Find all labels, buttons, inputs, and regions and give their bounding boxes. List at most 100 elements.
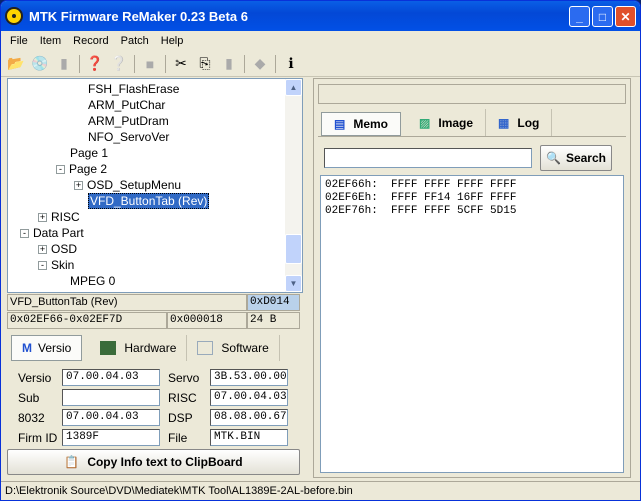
view-tabs: ▤ Memo ▨ Image ▦ Log — [318, 109, 626, 137]
minimize-button[interactable]: _ — [569, 6, 590, 27]
search-icon: 🔍 — [546, 151, 561, 165]
field-firm-id[interactable]: 1389F — [62, 429, 160, 446]
field-file[interactable]: MTK.BIN — [210, 429, 288, 446]
cut-icon[interactable]: ✂ — [172, 55, 190, 73]
tree-node[interactable]: Page 1 — [70, 145, 108, 161]
tree-node[interactable]: FSH_FlashErase — [88, 81, 179, 97]
tab-log[interactable]: ▦ Log — [486, 109, 553, 136]
tab-image[interactable]: ▨ Image — [407, 109, 487, 136]
field-label: Versio — [18, 370, 52, 385]
field-servo[interactable]: 3B.53.00.00 — [210, 369, 288, 386]
title-bar[interactable]: MTK Firmware ReMaker 0.23 Beta 6 _ □ ✕ — [1, 1, 640, 31]
software-icon — [197, 341, 214, 355]
field-risc[interactable]: 07.00.04.03 — [210, 389, 288, 406]
tab-label: Versio — [38, 341, 72, 355]
tree-node-label: OSD — [51, 242, 78, 256]
collapse-icon[interactable]: - — [56, 165, 65, 175]
scroll-down-button[interactable]: ▼ — [285, 275, 302, 292]
tree-node-label: MPEG 0 — [70, 274, 116, 288]
tree-node[interactable]: MPEG 0 — [70, 273, 115, 289]
maximize-button[interactable]: □ — [592, 6, 613, 27]
main-window: MTK Firmware ReMaker 0.23 Beta 6 _ □ ✕ F… — [0, 0, 641, 501]
field-label: RISC — [168, 390, 197, 405]
search-input[interactable] — [324, 148, 532, 168]
tree-node-label: Page 1 — [70, 146, 109, 160]
tree-node[interactable]: - Page 2 — [56, 161, 107, 177]
field-label: DSP — [168, 410, 193, 425]
field-versio[interactable]: 07.00.04.03 — [62, 369, 160, 386]
info-tabs: M Versio Hardware Software — [7, 335, 303, 361]
tree-node[interactable]: MPEG 1 (Empty) — [70, 289, 161, 292]
tree-node-label: OSD_SetupMenu — [87, 178, 182, 192]
menu-help[interactable]: Help — [155, 35, 190, 47]
item-length: 0x000018 — [167, 312, 247, 329]
tree-node-label: Data Part — [33, 226, 84, 240]
radiation-logo-icon — [5, 7, 23, 25]
field-label: 8032 — [18, 410, 45, 425]
scroll-up-button[interactable]: ▲ — [285, 79, 302, 96]
tab-memo[interactable]: ▤ Memo — [321, 112, 402, 136]
tree-node[interactable]: + RISC — [38, 209, 80, 225]
info-icon[interactable]: ℹ — [282, 55, 300, 73]
memo-icon: ▤ — [334, 117, 346, 131]
help-icon[interactable]: ❓ — [86, 55, 104, 73]
collapse-icon[interactable]: - — [38, 261, 47, 271]
expand-icon[interactable]: + — [38, 245, 47, 255]
menu-file[interactable]: File — [4, 35, 34, 47]
disc-icon[interactable]: 💿 — [31, 55, 49, 73]
menu-patch[interactable]: Patch — [115, 35, 155, 47]
blank-icon[interactable]: ■ — [141, 55, 159, 73]
tree-node[interactable]: VFD_ButtonTab (Rev) — [88, 193, 210, 209]
table-icon: ▦ — [498, 115, 510, 130]
scroll-thumb[interactable] — [285, 234, 302, 264]
tree-view[interactable]: ▲ ▼ FSH_FlashErase ARM_PutChar ARM_PutDram… — [7, 78, 303, 293]
field-label: File — [168, 430, 188, 445]
tab-label: Memo — [353, 117, 389, 131]
tree-node[interactable]: + OSD_SetupMenu — [74, 177, 181, 193]
tree-node-label: Page 2 — [69, 162, 108, 176]
tree-node[interactable]: ARM_PutDram — [88, 113, 169, 129]
item-id: 0xD014 — [247, 294, 300, 311]
expand-icon[interactable]: + — [74, 181, 83, 191]
tab-versio[interactable]: M Versio — [11, 335, 83, 361]
close-button[interactable]: ✕ — [615, 6, 636, 27]
copy-info-button[interactable]: 📋 Copy Info text to ClipBoard — [7, 449, 300, 475]
tab-software[interactable]: Software — [187, 335, 280, 361]
tab-label: Software — [221, 341, 269, 355]
field-dsp[interactable]: 08.08.00.67 — [210, 409, 288, 426]
tab-label: Image — [438, 115, 474, 130]
hex-memo[interactable]: 02EF66h: FFFF FFFF FFFF FFFF 02EF6Eh: FF… — [320, 175, 624, 473]
tree-node-label: ARM_PutChar — [88, 98, 166, 112]
right-panel: ▤ Memo ▨ Image ▦ Log 🔍 Search 02EF66h: FFFF … — [313, 78, 631, 478]
menu-record[interactable]: Record — [67, 35, 114, 47]
field-sub[interactable] — [62, 389, 160, 406]
toolbar-separator — [165, 54, 166, 73]
tree-scrollbar[interactable]: ▲ ▼ — [285, 79, 302, 292]
open-folder-icon[interactable]: 📂 — [7, 55, 25, 73]
search-button[interactable]: 🔍 Search — [540, 145, 612, 171]
patch-icon[interactable]: ◆ — [251, 55, 269, 73]
field-label: Firm ID — [18, 430, 58, 445]
menu-item[interactable]: Item — [34, 35, 67, 47]
tree-node[interactable]: + OSD — [38, 241, 77, 257]
field-8032[interactable]: 07.00.04.03 — [62, 409, 160, 426]
tab-hardware[interactable]: Hardware — [90, 335, 188, 361]
window-title: MTK Firmware ReMaker 0.23 Beta 6 — [29, 8, 248, 24]
toolbar: 📂 💿 ▮ ❓ ❔ ■ ✂ ⎘ ▮ ◆ ℹ — [1, 51, 640, 77]
collapse-icon[interactable]: - — [20, 229, 29, 239]
tree-node[interactable]: - Data Part — [20, 225, 84, 241]
context-help-icon[interactable]: ❔ — [110, 55, 128, 73]
tab-label: Log — [517, 115, 540, 130]
tree-node[interactable]: - Skin — [38, 257, 74, 273]
field-label: Sub — [18, 390, 40, 405]
tree-node[interactable]: ARM_PutChar — [88, 97, 165, 113]
item-size: 24 B — [247, 312, 300, 329]
toolbar-separator — [134, 54, 135, 73]
expand-icon[interactable]: + — [38, 213, 47, 223]
save-icon[interactable]: ▮ — [55, 55, 73, 73]
copy-icon[interactable]: ⎘ — [196, 55, 214, 73]
paste-icon[interactable]: ▮ — [220, 55, 238, 73]
circuit-board-icon — [100, 341, 117, 355]
menu-bar: File Item Record Patch Help — [1, 31, 640, 51]
tree-node[interactable]: NFO_ServoVer — [88, 129, 169, 145]
